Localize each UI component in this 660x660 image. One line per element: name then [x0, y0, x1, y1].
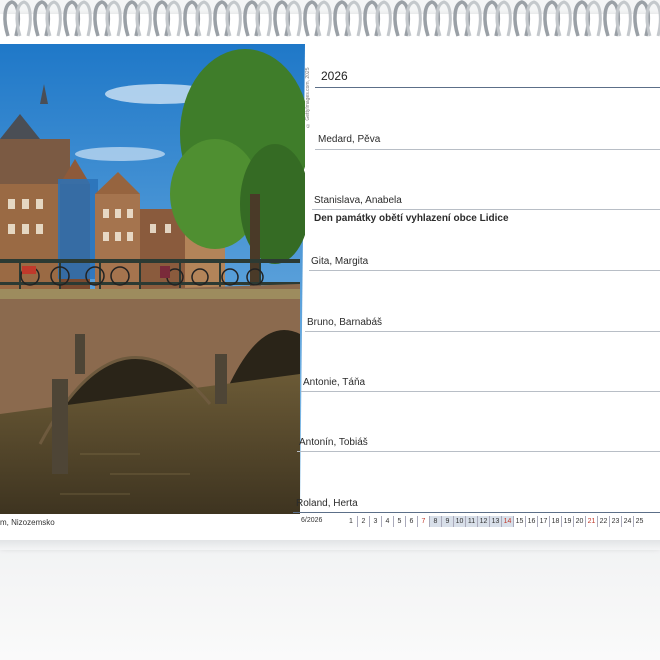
mini-day: 22	[597, 516, 609, 527]
mini-day: 5	[393, 516, 405, 527]
day-rule-1	[315, 149, 660, 150]
mini-day: 2	[357, 516, 369, 527]
mini-day: 25	[633, 516, 645, 527]
day-names-2: Stanislava, Anabela	[314, 195, 402, 206]
mini-day: 9	[441, 516, 453, 527]
day-names-4: Bruno, Barnabáš	[307, 317, 383, 328]
mini-day: 24	[621, 516, 633, 527]
mini-day: 12	[477, 516, 489, 527]
holiday-note: Den památky obětí vyhlazení obce Lidice	[314, 213, 509, 224]
month-strip-rule	[293, 512, 660, 513]
mini-day: 18	[549, 516, 561, 527]
mini-day: 10	[453, 516, 465, 527]
photo-caption: m, Nizozemsko	[0, 518, 55, 527]
page-edge	[0, 540, 660, 550]
day-rule-4	[305, 331, 660, 332]
day-rule-2	[312, 209, 660, 210]
day-rule-6	[297, 451, 660, 452]
day-names-6: Antonín, Tobiáš	[299, 437, 368, 448]
mini-day: 23	[609, 516, 621, 527]
mini-day: 15	[513, 516, 525, 527]
mini-day: 19	[561, 516, 573, 527]
calendar-stand	[0, 550, 660, 660]
spiral-binding	[3, 0, 660, 37]
mini-day: 17	[537, 516, 549, 527]
mini-day: 14	[501, 516, 513, 527]
photo-credit: © GettyImages.com, 2025	[305, 67, 311, 128]
day-rule-5	[301, 391, 660, 392]
mini-day: 13	[489, 516, 501, 527]
day-names-7: Roland, Herta	[296, 498, 358, 509]
mini-day: 11	[465, 516, 477, 527]
mini-day: 21	[585, 516, 597, 527]
year-heading: 2026	[321, 69, 348, 83]
day-names-5: Antonie, Táňa	[303, 377, 366, 388]
mini-day: 7	[417, 516, 429, 527]
mini-day: 6	[405, 516, 417, 527]
mini-day: 20	[573, 516, 585, 527]
mini-month-calendar: 1 2 3 4 5 6 7 8 9 10 11 12 13 14 15 16 17 18 19 20 21 22 23 24 2…	[345, 516, 645, 528]
day-names-1: Medard, Pěva	[318, 134, 381, 145]
mini-day: 8	[429, 516, 441, 527]
amsterdam-canal-photo	[0, 44, 305, 514]
year-rule	[315, 87, 660, 88]
day-rule-3	[309, 270, 660, 271]
desk-calendar: m, Nizozemsko © GettyImages.com, 2025 20…	[0, 0, 660, 660]
day-names-3: Gita, Margita	[311, 256, 369, 267]
mini-day: 4	[381, 516, 393, 527]
mini-day: 16	[525, 516, 537, 527]
mini-day: 1	[349, 518, 353, 525]
mini-day: 3	[369, 516, 381, 527]
month-label: 6/2026	[301, 517, 323, 524]
